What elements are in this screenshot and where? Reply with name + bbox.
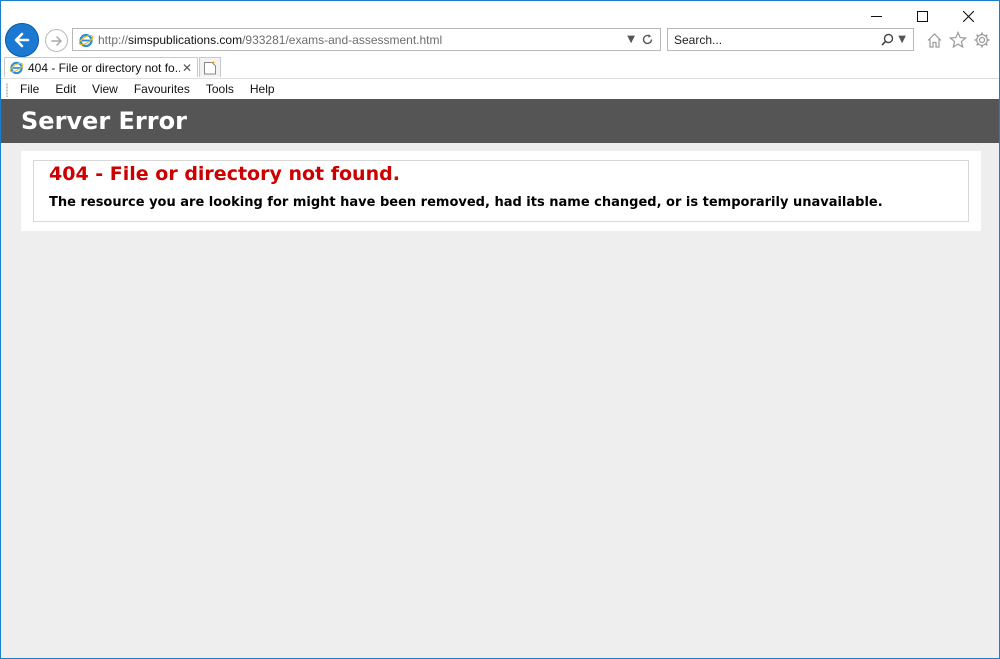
menu-favourites[interactable]: Favourites [134, 82, 190, 96]
tab-strip: 404 - File or directory not fo... ✕ [1, 57, 999, 77]
url-host: simspublications.com [128, 32, 243, 47]
new-tab-button[interactable] [199, 57, 221, 77]
refresh-icon[interactable] [641, 33, 654, 46]
forward-arrow-icon [50, 35, 62, 46]
error-fieldset: 404 - File or directory not found. The r… [33, 160, 969, 222]
ie-logo-icon [9, 61, 24, 75]
page-header: Server Error [1, 99, 999, 143]
url-prefix: http:// [98, 32, 129, 47]
menu-bar: File Edit View Favourites Tools Help [1, 78, 999, 99]
error-title: 404 - File or directory not found. [49, 163, 400, 185]
search-input[interactable] [668, 29, 882, 50]
address-dropdown-icon[interactable]: ▼ [627, 34, 635, 45]
address-bar[interactable]: http://simspublications.com/933281/exams… [72, 28, 661, 51]
error-description: The resource you are looking for might h… [49, 195, 883, 210]
content-panel: 404 - File or directory not found. The r… [21, 151, 981, 231]
search-box[interactable]: ▼ [667, 28, 914, 51]
page-viewport: Server Error 404 - File or directory not… [1, 99, 999, 658]
menu-file[interactable]: File [20, 82, 39, 96]
favorites-star-icon[interactable] [949, 31, 967, 49]
menu-view[interactable]: View [92, 82, 118, 96]
search-icon[interactable] [881, 33, 894, 46]
tab-close-icon[interactable]: ✕ [180, 61, 194, 75]
close-icon [962, 10, 974, 22]
toolbar-icons [925, 31, 991, 49]
tab-active[interactable]: 404 - File or directory not fo... ✕ [4, 57, 198, 77]
browser-window: http://simspublications.com/933281/exams… [0, 0, 1000, 659]
search-tools: ▼ [881, 33, 913, 46]
address-tools: ▼ [627, 33, 660, 46]
navigation-bar: http://simspublications.com/933281/exams… [1, 23, 999, 57]
home-icon[interactable] [925, 31, 943, 49]
forward-button[interactable] [45, 29, 68, 52]
url-text[interactable]: http://simspublications.com/933281/exams… [98, 33, 627, 47]
menu-grip [6, 83, 8, 97]
settings-gear-icon[interactable] [973, 31, 991, 49]
menu-tools[interactable]: Tools [206, 82, 234, 96]
back-arrow-icon [14, 32, 30, 48]
menu-help[interactable]: Help [250, 82, 275, 96]
minimize-icon [870, 15, 882, 17]
search-dropdown-icon[interactable]: ▼ [898, 34, 906, 45]
menu-edit[interactable]: Edit [55, 82, 76, 96]
back-button[interactable] [5, 23, 39, 57]
tab-title: 404 - File or directory not fo... [28, 60, 180, 75]
new-tab-icon [204, 60, 216, 75]
ie-logo-icon [78, 33, 94, 47]
maximize-icon [916, 10, 928, 22]
url-path: /933281/exams-and-assessment.html [242, 32, 443, 47]
